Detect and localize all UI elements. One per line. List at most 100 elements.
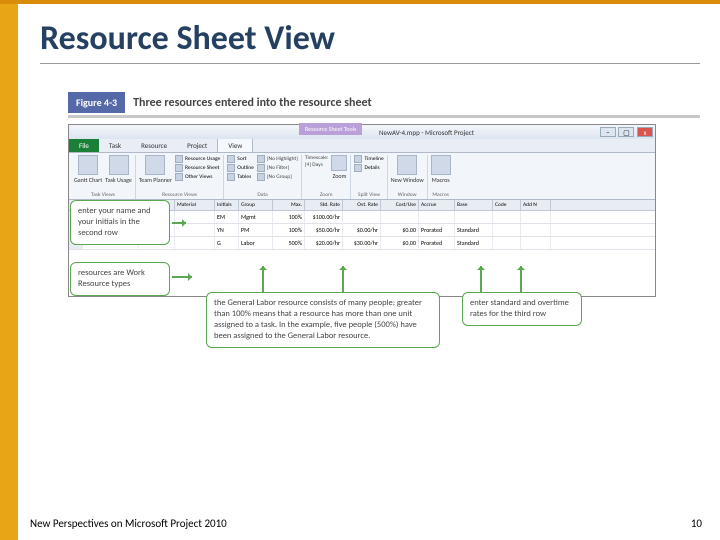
col-group[interactable]: Group <box>239 200 273 210</box>
cell[interactable]: Standard <box>455 224 493 236</box>
cell[interactable]: $0.00 <box>381 237 419 249</box>
cell[interactable] <box>521 237 551 249</box>
tab-file[interactable]: File <box>69 139 99 152</box>
col-material[interactable]: Material <box>175 200 215 210</box>
sort-icon <box>227 155 235 163</box>
col-code[interactable]: Code <box>493 200 521 210</box>
cell[interactable]: Mgmt <box>239 211 273 223</box>
ribbon-tabs: File Task Resource Project View <box>69 139 655 153</box>
tab-task[interactable]: Task <box>99 139 131 152</box>
cell[interactable]: 100% <box>273 211 305 223</box>
cell[interactable]: 100% <box>273 224 305 236</box>
callout-work-types: resources are Work Resource types <box>70 262 170 296</box>
col-initials[interactable]: Initials <box>215 200 239 210</box>
cell[interactable] <box>493 211 521 223</box>
col-cost-use[interactable]: Cost/Use <box>381 200 419 210</box>
details-check[interactable]: Details <box>354 164 383 172</box>
slide-title: Resource Sheet View <box>40 18 700 64</box>
highlight-select[interactable]: [No Highlight] <box>257 155 298 163</box>
ribbon-group-macros: Macros Macros <box>428 155 454 199</box>
cell[interactable] <box>521 211 551 223</box>
callout-enter-name: enter your name and your initials in the… <box>70 200 170 245</box>
cell[interactable] <box>521 224 551 236</box>
cell[interactable] <box>381 211 419 223</box>
cell[interactable] <box>493 224 521 236</box>
cell[interactable]: EM <box>215 211 239 223</box>
tab-resource[interactable]: Resource <box>131 139 177 152</box>
timeline-check[interactable]: Timeline <box>354 155 383 163</box>
cell[interactable] <box>175 224 215 236</box>
new-window-icon <box>397 155 417 175</box>
ribbon: Gantt Chart Task Usage Task Views Team P… <box>69 153 655 200</box>
tab-project[interactable]: Project <box>177 139 217 152</box>
macros-button[interactable]: Macros <box>431 155 451 184</box>
page-number: 10 <box>691 517 702 530</box>
cell[interactable]: $20.00/hr <box>305 237 343 249</box>
cell[interactable] <box>343 211 381 223</box>
group-label: Task Views <box>74 192 132 198</box>
minimize-button[interactable]: – <box>600 127 616 137</box>
team-planner-button[interactable]: Team Planner <box>139 155 172 184</box>
arrow-icon <box>262 266 264 292</box>
cell[interactable]: Standard <box>455 237 493 249</box>
zoom-button[interactable]: Zoom <box>331 155 347 180</box>
filter-icon <box>257 164 265 172</box>
resource-sheet-button[interactable]: Resource Sheet <box>175 164 220 172</box>
task-usage-icon <box>109 155 129 175</box>
col-accrue[interactable]: Accrue <box>419 200 455 210</box>
group-select[interactable]: [No Group] <box>257 173 298 181</box>
cell[interactable] <box>455 211 493 223</box>
tab-view[interactable]: View <box>217 138 253 152</box>
cell[interactable] <box>419 211 455 223</box>
tables-button[interactable]: Tables <box>227 173 254 181</box>
cell[interactable]: Prorated <box>419 224 455 236</box>
cell[interactable] <box>175 237 215 249</box>
gantt-chart-button[interactable]: Gantt Chart <box>74 155 102 184</box>
group-label: Zoom <box>305 192 348 198</box>
footer-text: New Perspectives on Microsoft Project 20… <box>30 517 227 530</box>
group-label: Resource Views <box>139 192 220 198</box>
cell[interactable]: $0.00/hr <box>343 224 381 236</box>
cell[interactable]: PM <box>239 224 273 236</box>
arrow-icon <box>172 276 192 278</box>
close-button[interactable]: x <box>637 127 653 137</box>
figure-badge: Figure 4-3 <box>68 92 125 113</box>
arrow-icon <box>172 222 186 224</box>
other-views-button[interactable]: Other Views <box>175 173 220 181</box>
outline-button[interactable]: Outline <box>227 164 254 172</box>
col-max[interactable]: Max. <box>273 200 305 210</box>
group-label: Macros <box>431 192 451 198</box>
col-add-new[interactable]: Add N <box>521 200 551 210</box>
callout-general-labor: the General Labor resource consists of m… <box>206 292 440 348</box>
cell[interactable] <box>493 237 521 249</box>
checkbox-icon <box>354 164 362 172</box>
callout-rates: enter standard and overtime rates for th… <box>462 292 582 326</box>
sort-button[interactable]: Sort <box>227 155 254 163</box>
col-base[interactable]: Base <box>455 200 493 210</box>
cell[interactable]: $30.00/hr <box>343 237 381 249</box>
maximize-button[interactable]: ▢ <box>618 127 634 137</box>
arrow-icon <box>520 266 522 292</box>
slide-accent-bar <box>0 0 18 540</box>
cell[interactable]: $50.00/hr <box>305 224 343 236</box>
col-ovt-rate[interactable]: Ovt. Rate <box>343 200 381 210</box>
new-window-button[interactable]: New Window <box>391 155 424 184</box>
ribbon-group-split-view: Timeline Details Split View <box>351 155 387 199</box>
timescale-select[interactable]: [4] Days <box>305 162 329 168</box>
cell[interactable]: $0.00 <box>381 224 419 236</box>
cell[interactable]: Prorated <box>419 237 455 249</box>
cell[interactable]: Labor <box>239 237 273 249</box>
cell[interactable]: 500% <box>273 237 305 249</box>
cell[interactable]: YN <box>215 224 239 236</box>
ribbon-group-data: Sort Outline Tables [No Highlight] [No F… <box>224 155 302 199</box>
figure-divider <box>68 115 700 118</box>
cell[interactable]: $100.00/hr <box>305 211 343 223</box>
cell[interactable]: G <box>215 237 239 249</box>
resource-usage-button[interactable]: Resource Usage <box>175 155 220 163</box>
col-std-rate[interactable]: Std. Rate <box>305 200 343 210</box>
figure-header: Figure 4-3 Three resources entered into … <box>68 92 700 113</box>
filter-select[interactable]: [No Filter] <box>257 164 298 172</box>
task-usage-button[interactable]: Task Usage <box>105 155 132 184</box>
group-label: Split View <box>354 192 383 198</box>
arrow-icon <box>342 266 344 292</box>
